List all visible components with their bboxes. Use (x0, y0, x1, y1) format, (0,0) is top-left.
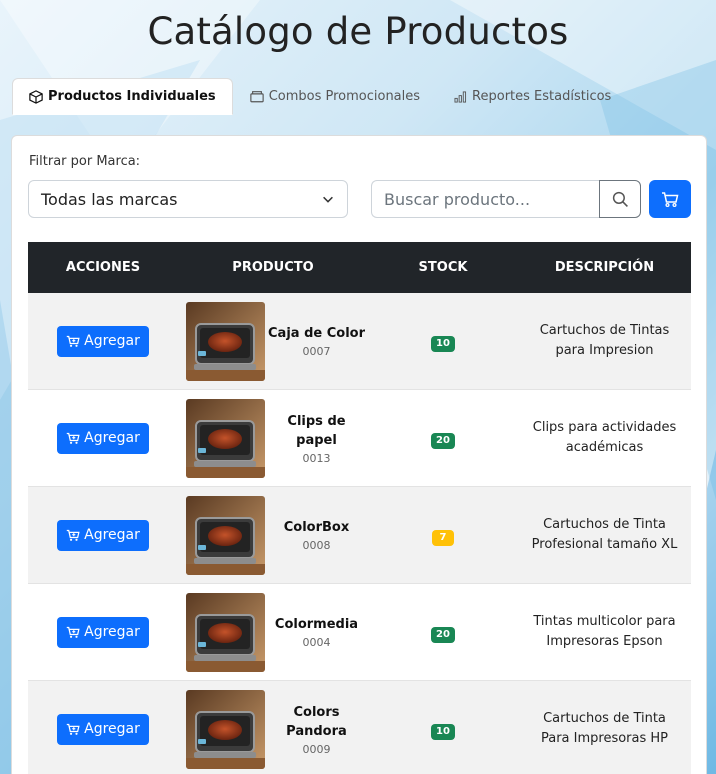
product-cell: Clips de papel 0013 (178, 398, 368, 478)
products-table: ACCIONES PRODUCTO STOCK DESCRIPCIÓN Agre… (28, 242, 691, 774)
page-title: Catálogo de Productos (147, 10, 569, 53)
add-to-cart-button[interactable]: Agregar (57, 519, 149, 551)
add-button-label: Agregar (84, 624, 140, 640)
cart-plus-icon (66, 626, 80, 638)
tab-label: Productos Individuales (48, 89, 216, 104)
actions-cell: Agregar (28, 422, 178, 454)
search-button[interactable] (599, 180, 641, 218)
tab-label: Reportes Estadísticos (472, 89, 612, 104)
stock-cell: 7 (368, 525, 518, 546)
stock-badge: 10 (431, 335, 455, 352)
cart-plus-icon (66, 335, 80, 347)
add-button-label: Agregar (84, 430, 140, 446)
product-info: Colormedia 0004 (265, 615, 368, 649)
brand-filter-value: Todas las marcas (41, 189, 178, 209)
search-icon (612, 191, 628, 207)
product-name: Caja de Color (268, 326, 365, 341)
search-input[interactable] (371, 180, 599, 218)
product-image (186, 301, 265, 381)
product-description: Cartuchos de Tinta Para Impresoras HP (540, 711, 669, 746)
product-name: Colormedia (274, 617, 359, 632)
table-row: Agregar Clips de papel 0013 20 Clips par… (28, 390, 691, 487)
stock-badge: 10 (431, 723, 455, 740)
actions-cell: Agregar (28, 616, 178, 648)
table-row: Agregar Col (28, 584, 691, 681)
search-group (371, 180, 641, 218)
product-description: Tintas multicolor para Impresoras Epson (533, 614, 676, 649)
add-button-label: Agregar (84, 527, 140, 543)
tab-reportes-estadisticos[interactable]: Reportes Estadísticos (437, 78, 628, 115)
stock-cell: 20 (368, 428, 518, 449)
table-header: ACCIONES PRODUCTO STOCK DESCRIPCIÓN (28, 242, 691, 293)
product-code: 0009 (302, 742, 331, 756)
actions-cell: Agregar (28, 713, 178, 745)
add-button-label: Agregar (84, 333, 140, 349)
product-name: Clips de papel (287, 413, 346, 448)
brand-filter-label: Filtrar por Marca: (29, 154, 141, 169)
product-cell: Colormedia 0004 (178, 592, 368, 672)
table-body: Agregar Caja de Color 0007 10 Cartuchos … (28, 293, 691, 774)
product-name: Colors Pandora (286, 704, 347, 739)
header-stock: STOCK (418, 260, 468, 275)
header-actions: ACCIONES (65, 260, 141, 275)
chevron-down-icon (323, 196, 333, 203)
add-to-cart-button[interactable]: Agregar (57, 616, 149, 648)
actions-cell: Agregar (28, 325, 178, 357)
product-image (186, 398, 265, 478)
box-icon (29, 89, 43, 104)
product-description: Cartuchos de Tintas para Impresion (539, 323, 670, 358)
product-description: Clips para actividades académicas (532, 420, 677, 455)
header-description: DESCRIPCIÓN (554, 260, 655, 275)
stock-cell: 10 (368, 331, 518, 352)
gift-box-icon (249, 91, 264, 103)
actions-cell: Agregar (28, 519, 178, 551)
stock-badge: 7 (432, 529, 454, 546)
product-info: Colors Pandora 0009 (265, 703, 368, 756)
product-info: Caja de Color 0007 (265, 324, 368, 358)
product-image (186, 495, 265, 575)
product-code: 0013 (302, 451, 331, 465)
table-row: Agregar Col (28, 681, 691, 774)
product-cell: ColorBox 0008 (178, 495, 368, 575)
product-info: Clips de papel 0013 (265, 412, 368, 465)
product-image (186, 689, 265, 769)
stock-cell: 20 (368, 622, 518, 643)
product-cell: Colors Pandora 0009 (178, 689, 368, 769)
cart-plus-icon (66, 723, 80, 735)
product-code: 0004 (302, 636, 331, 649)
table-row: Agregar Col (28, 487, 691, 584)
product-image (186, 592, 265, 672)
header-product: PRODUCTO (232, 260, 314, 275)
stock-badge: 20 (431, 626, 455, 643)
tab-productos-individuales[interactable]: Productos Individuales (12, 78, 233, 115)
add-to-cart-button[interactable]: Agregar (57, 713, 149, 745)
table-row: Agregar Caja de Color 0007 10 Cartuchos … (28, 293, 691, 390)
cart-plus-icon (66, 432, 80, 444)
add-to-cart-button[interactable]: Agregar (57, 325, 149, 357)
add-to-cart-button[interactable]: Agregar (57, 422, 149, 454)
product-code: 0008 (302, 539, 331, 552)
tab-label: Combos Promocionales (268, 89, 421, 104)
bar-chart-icon (454, 90, 467, 103)
brand-filter-select[interactable]: Todas las marcas (28, 180, 348, 218)
tab-bar: Productos Individuales Combos Promociona… (12, 78, 628, 115)
product-name: ColorBox (283, 520, 350, 535)
product-code: 0007 (302, 345, 331, 358)
product-description: Cartuchos de Tinta Profesional tamaño XL (531, 517, 678, 552)
products-panel: Filtrar por Marca: Todas las marcas ACCI… (11, 135, 707, 774)
product-cell: Caja de Color 0007 (178, 301, 368, 381)
stock-badge: 20 (431, 432, 455, 449)
add-button-label: Agregar (84, 721, 140, 737)
stock-cell: 10 (368, 719, 518, 740)
cart-button[interactable] (649, 180, 691, 218)
cart-plus-icon (66, 529, 80, 541)
tab-combos-promocionales[interactable]: Combos Promocionales (233, 78, 437, 115)
cart-icon (662, 191, 679, 207)
product-info: ColorBox 0008 (265, 518, 368, 552)
